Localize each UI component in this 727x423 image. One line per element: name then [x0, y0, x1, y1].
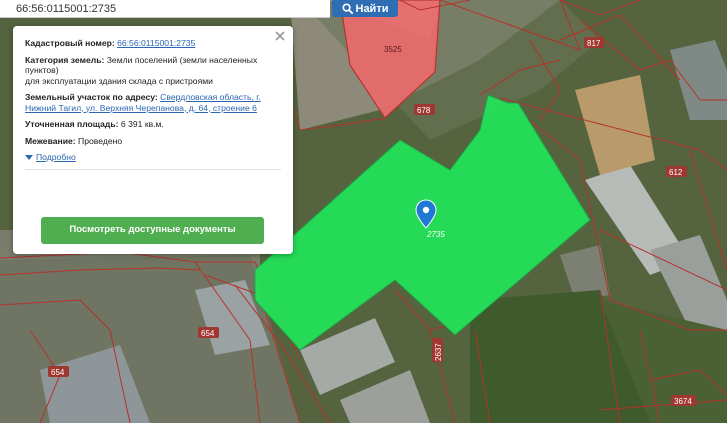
svg-text:3525: 3525	[384, 45, 402, 54]
area-label: Уточненная площадь:	[25, 119, 119, 129]
boundary-row: Межевание: Проведено	[25, 136, 281, 147]
svg-text:612: 612	[669, 168, 683, 177]
land-category-row: Категория земель: Земли поселений (земли…	[25, 55, 281, 87]
cadastral-number-link[interactable]: 66:56:0115001:2735	[117, 38, 195, 48]
parcel-label-654: 654	[198, 327, 219, 338]
search-button-label: Найти	[355, 2, 389, 15]
view-documents-label: Посмотреть доступные документы	[69, 224, 236, 236]
triangle-down-icon	[25, 154, 33, 160]
land-purpose: для эксплуатации здания склада с пристро…	[25, 75, 213, 86]
close-icon[interactable]	[274, 30, 286, 42]
area-row: Уточненная площадь: 6 391 кв.м.	[25, 119, 281, 130]
parcel-label-3674: 3674	[671, 395, 696, 406]
svg-text:2735: 2735	[426, 230, 445, 239]
svg-text:3674: 3674	[674, 397, 692, 406]
parcel-label-2637: 2637	[432, 338, 443, 362]
boundary-label: Межевание:	[25, 135, 76, 146]
parcel-label-2735: 2735	[426, 230, 445, 239]
parcel-info-popup: Кадастровый номер: 66:56:0115001:2735 Ка…	[13, 26, 293, 254]
cadastral-number-label: Кадастровый номер:	[25, 38, 115, 48]
search-button[interactable]: Найти	[332, 0, 398, 17]
parcel-label-817: 817	[584, 37, 604, 48]
view-documents-button[interactable]: Посмотреть доступные документы	[41, 217, 264, 244]
parcel-label-3525: 3525	[384, 45, 402, 54]
area-value: 6 391 кв.м.	[120, 119, 164, 129]
parcel-label-678: 678	[414, 104, 435, 115]
search-input[interactable]	[0, 0, 330, 18]
boundary-value: Проведено	[78, 135, 123, 146]
address-label: Земельный участок по адресу:	[25, 92, 158, 102]
search-icon	[341, 3, 353, 14]
more-details-link[interactable]: Подробно	[36, 152, 76, 163]
cadastral-number-row: Кадастровый номер: 66:56:0115001:2735	[25, 38, 281, 49]
parcel-label-612: 612	[666, 166, 687, 177]
svg-text:817: 817	[587, 39, 601, 48]
divider	[25, 168, 281, 170]
more-details-toggle[interactable]: Подробно	[25, 152, 281, 163]
svg-text:654: 654	[201, 329, 215, 338]
land-category-label: Категория земель:	[25, 54, 105, 65]
svg-text:2637: 2637	[434, 343, 443, 361]
address-row: Земельный участок по адресу: Свердловска…	[25, 92, 281, 113]
search-bar	[0, 0, 330, 18]
svg-text:654: 654	[51, 368, 65, 377]
svg-text:678: 678	[417, 106, 431, 115]
parcel-label-654: 654	[48, 366, 69, 377]
